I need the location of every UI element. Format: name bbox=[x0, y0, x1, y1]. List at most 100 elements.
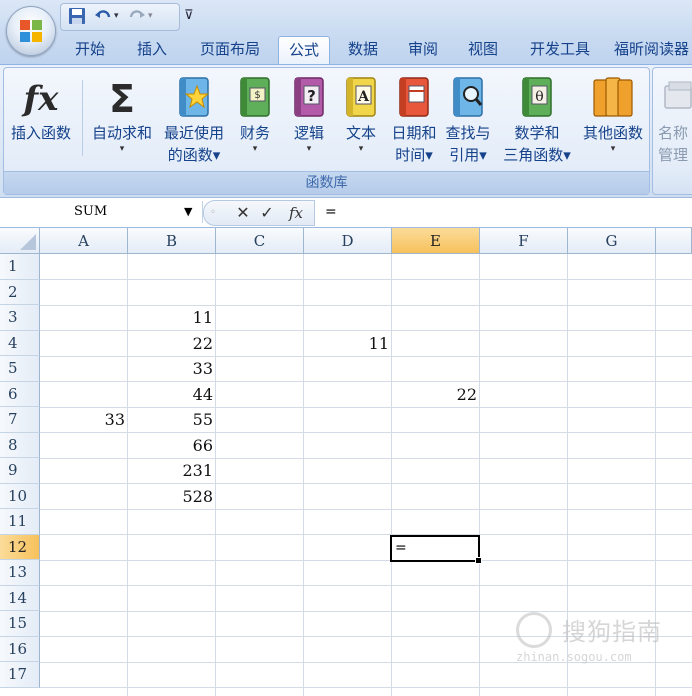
row-header-15[interactable]: 15 bbox=[0, 611, 40, 637]
quick-access-toolbar: ▾ ▾ ⊽ bbox=[60, 3, 200, 31]
row-header-17[interactable]: 17 bbox=[0, 662, 40, 688]
cancel-entry-button[interactable]: ✕ bbox=[234, 202, 252, 224]
save-icon[interactable] bbox=[68, 7, 86, 25]
row-gridline bbox=[40, 534, 692, 535]
watermark-url: zhinan.sogou.com bbox=[516, 650, 632, 664]
redo-icon[interactable] bbox=[128, 7, 146, 25]
office-logo-icon bbox=[20, 20, 42, 42]
row-gridline bbox=[40, 508, 692, 510]
name-box-dropdown-icon[interactable]: ▼ bbox=[184, 201, 192, 223]
column-header-A[interactable]: A bbox=[40, 228, 128, 254]
row-gridline bbox=[40, 585, 692, 586]
active-cell-content: = bbox=[395, 540, 407, 556]
tab-view[interactable]: 视图 bbox=[460, 36, 506, 62]
function-library-group: fx 插入函数 Σ 自动求和 ▾ 最近使用 的函数▾ $ 财务 ▾ ? 逻辑 ▾… bbox=[3, 67, 650, 195]
column-header-E[interactable]: E bbox=[392, 228, 480, 254]
active-cell-E12[interactable]: = bbox=[390, 535, 482, 564]
row-header-1[interactable]: 1 bbox=[0, 254, 40, 280]
row-header-7[interactable]: 7 bbox=[0, 407, 40, 433]
name-box-value: SUM bbox=[74, 204, 108, 219]
svg-text:$: $ bbox=[254, 90, 260, 101]
row-header-12[interactable]: 12 bbox=[0, 534, 40, 560]
star-book-icon bbox=[179, 77, 210, 117]
select-all-button[interactable] bbox=[0, 228, 40, 254]
row-header-11[interactable]: 11 bbox=[0, 509, 40, 535]
function-library-label: 函数库 bbox=[4, 171, 649, 194]
insert-function-fx-button[interactable]: fx bbox=[284, 202, 308, 224]
tab-home[interactable]: 开始 bbox=[68, 36, 112, 62]
row-header-10[interactable]: 10 bbox=[0, 483, 40, 509]
row-header-5[interactable]: 5 bbox=[0, 356, 40, 382]
math-book-icon: θ bbox=[522, 77, 552, 117]
cell-A7[interactable]: 33 bbox=[40, 407, 128, 432]
column-header-D[interactable]: D bbox=[304, 228, 392, 254]
column-header-B[interactable]: B bbox=[128, 228, 216, 254]
tab-formulas[interactable]: 公式 bbox=[278, 36, 330, 65]
column-header-F[interactable]: F bbox=[480, 228, 568, 254]
row-header-3[interactable]: 3 bbox=[0, 305, 40, 331]
customize-qat-icon[interactable]: ⊽ bbox=[184, 7, 194, 25]
more-books-icon bbox=[593, 77, 633, 117]
row-gridline bbox=[40, 279, 692, 280]
column-gridline bbox=[479, 254, 480, 696]
redo-dropdown-icon[interactable]: ▾ bbox=[148, 7, 153, 25]
logic-book-icon: ? bbox=[294, 77, 324, 117]
cell-B6[interactable]: 44 bbox=[128, 382, 216, 407]
cell-B9[interactable]: 231 bbox=[128, 458, 216, 483]
row-header-6[interactable]: 6 bbox=[0, 381, 40, 407]
row-header-9[interactable]: 9 bbox=[0, 458, 40, 484]
defined-names-group: 名称 管理 bbox=[652, 67, 692, 195]
enter-entry-button[interactable]: ✓ bbox=[258, 202, 276, 224]
row-gridline bbox=[40, 559, 692, 561]
tab-foxit-reader[interactable]: 福昕阅读器 bbox=[614, 36, 692, 62]
formula-buttons: ◦ ✕ ✓ fx bbox=[203, 200, 315, 226]
cell-B5[interactable]: 33 bbox=[128, 356, 216, 381]
row-header-16[interactable]: 16 bbox=[0, 636, 40, 662]
svg-text:θ: θ bbox=[535, 89, 543, 105]
ribbon-separator bbox=[82, 80, 83, 156]
column-header-C[interactable]: C bbox=[216, 228, 304, 254]
undo-icon[interactable] bbox=[94, 7, 112, 25]
row-header-8[interactable]: 8 bbox=[0, 432, 40, 458]
cell-B3[interactable]: 11 bbox=[128, 305, 216, 330]
tab-page-layout[interactable]: 页面布局 bbox=[192, 36, 268, 62]
cell-B8[interactable]: 66 bbox=[128, 433, 216, 458]
watermark-title: 搜狗指南 bbox=[562, 618, 662, 646]
text-book-icon: A bbox=[346, 77, 376, 117]
tab-developer[interactable]: 开发工具 bbox=[522, 36, 598, 62]
office-button[interactable] bbox=[6, 6, 56, 56]
undo-dropdown-icon[interactable]: ▾ bbox=[114, 7, 119, 25]
cell-B7[interactable]: 55 bbox=[128, 407, 216, 432]
cell-E6[interactable]: 22 bbox=[392, 382, 480, 407]
row-header-4[interactable]: 4 bbox=[0, 330, 40, 356]
svg-text:Σ: Σ bbox=[109, 77, 135, 118]
row-header-13[interactable]: 13 bbox=[0, 560, 40, 586]
cell-B4[interactable]: 22 bbox=[128, 331, 216, 356]
cell-D4[interactable]: 11 bbox=[304, 331, 392, 356]
column-gridline bbox=[391, 254, 392, 696]
cell-B10[interactable]: 528 bbox=[128, 484, 216, 509]
column-header-partial[interactable] bbox=[656, 228, 692, 254]
svg-text:?: ? bbox=[307, 87, 316, 105]
tab-insert[interactable]: 插入 bbox=[130, 36, 174, 62]
tab-data[interactable]: 数据 bbox=[340, 36, 386, 62]
formula-bar: SUM ▼ ◦ ✕ ✓ fx = bbox=[0, 197, 692, 228]
column-header-G[interactable]: G bbox=[568, 228, 656, 254]
formula-grip-icon: ◦ bbox=[210, 207, 216, 218]
name-manager-icon bbox=[664, 81, 692, 109]
watermark: 搜狗指南 zhinan.sogou.com bbox=[512, 610, 682, 670]
row-header-14[interactable]: 14 bbox=[0, 585, 40, 611]
fill-handle[interactable] bbox=[475, 557, 482, 564]
lookup-book-icon bbox=[453, 77, 483, 117]
tab-review[interactable]: 审阅 bbox=[400, 36, 446, 62]
name-box[interactable]: SUM ▼ bbox=[0, 201, 203, 223]
sigma-icon: Σ bbox=[109, 77, 135, 118]
datetime-book-icon bbox=[399, 77, 429, 117]
svg-text:A: A bbox=[357, 89, 370, 105]
ribbon: fx 插入函数 Σ 自动求和 ▾ 最近使用 的函数▾ $ 财务 ▾ ? 逻辑 ▾… bbox=[0, 64, 692, 198]
watermark-logo-icon bbox=[516, 612, 552, 648]
row-header-2[interactable]: 2 bbox=[0, 279, 40, 305]
svg-text:fx: fx bbox=[22, 79, 60, 118]
title-bar: ▾ ▾ ⊽ 开始 插入 页面布局 公式 数据 审阅 视图 开发工具 福昕阅读器 bbox=[0, 0, 692, 65]
formula-input[interactable]: = bbox=[315, 200, 692, 224]
